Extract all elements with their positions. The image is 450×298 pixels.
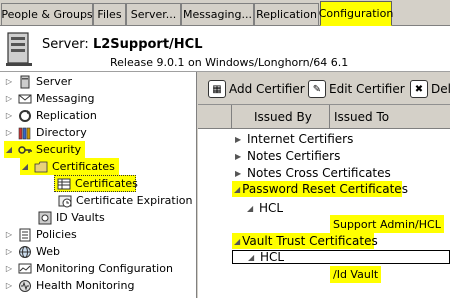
collapse-arrow-icon[interactable]: ◢	[234, 185, 240, 194]
tree-item-security[interactable]: ◢ Security	[4, 141, 86, 158]
column-header-spacer	[198, 105, 232, 129]
certificate-toolbar: ▦ Add Certifier ✎ Edit Certifier ✖ Del	[198, 72, 450, 105]
expand-arrow-icon[interactable]: ▷	[4, 247, 14, 256]
tree-item-replication[interactable]: ▷ Replication	[4, 107, 97, 124]
column-header-issued-to[interactable]: Issued To	[330, 105, 450, 129]
tab-server[interactable]: Server...	[126, 3, 181, 25]
certificate-view-icon	[57, 177, 71, 191]
expand-arrow-icon[interactable]: ▷	[4, 264, 14, 273]
list-item-notes-cross-certificates[interactable]: ▶ Notes Cross Certificates	[235, 165, 391, 181]
id-vault-icon	[38, 211, 52, 225]
web-icon	[18, 245, 32, 259]
list-item-password-reset-certificates[interactable]: ◢ Password Reset Certificates	[232, 181, 408, 197]
delete-certifier-button[interactable]: ✖ Del	[410, 78, 450, 100]
edit-certifier-button[interactable]: ✎ Edit Certifier	[308, 78, 405, 100]
collapse-arrow-icon[interactable]: ◢	[248, 253, 258, 262]
tab-bar: People & Groups Files Server... Messagin…	[0, 0, 450, 26]
tree-item-monitoring-configuration[interactable]: ▷ Monitoring Configuration	[4, 260, 173, 277]
certificate-folder-icon	[34, 160, 48, 174]
tab-people-groups[interactable]: People & Groups	[1, 3, 93, 25]
collapse-arrow-icon[interactable]: ◢	[20, 162, 30, 171]
server-small-icon	[18, 75, 32, 89]
list-item-vault-trust-certificates[interactable]: ◢ Vault Trust Certificates	[232, 233, 378, 249]
delete-icon: ✖	[410, 80, 428, 98]
messaging-icon	[18, 92, 32, 106]
issued-to-annotation-vault: /Id Vault	[330, 266, 382, 283]
list-item-hcl-password[interactable]: ◢ HCL	[247, 200, 283, 216]
list-item-hcl-vault[interactable]: ◢ HCL	[232, 250, 450, 264]
server-title: Server: L2Support/HCL	[42, 37, 203, 52]
expand-arrow-icon[interactable]: ▷	[4, 128, 14, 137]
tab-files[interactable]: Files	[93, 3, 126, 25]
expand-arrow-icon[interactable]: ▶	[235, 152, 245, 161]
expand-arrow-icon[interactable]: ▶	[235, 135, 245, 144]
collapse-arrow-icon[interactable]: ◢	[247, 204, 257, 213]
health-icon	[18, 279, 32, 293]
list-item-notes-certifiers[interactable]: ▶ Notes Certifiers	[235, 148, 340, 164]
certificate-expiration-icon	[58, 194, 72, 208]
server-header: Server: L2Support/HCL Release 9.0.1 on W…	[0, 26, 450, 72]
tree-item-policies[interactable]: ▷ Policies	[4, 226, 77, 243]
expand-arrow-icon[interactable]: ▷	[4, 111, 14, 120]
issued-to-annotation-password: Support Admin/HCL	[330, 215, 444, 233]
tree-item-certificates-view[interactable]: Certificates	[54, 175, 138, 192]
policies-icon	[18, 228, 32, 242]
certificate-list: ▶ Internet Certifiers ▶ Notes Certifiers…	[198, 129, 450, 298]
collapse-arrow-icon[interactable]: ◢	[234, 237, 240, 246]
tree-item-certificates-folder[interactable]: ◢ Certificates	[20, 158, 119, 175]
tab-replication[interactable]: Replication	[254, 3, 319, 25]
tree-item-directory[interactable]: ▷ Directory	[4, 124, 87, 141]
key-icon	[18, 143, 32, 157]
tree-item-web[interactable]: ▷ Web	[4, 243, 60, 260]
expand-arrow-icon[interactable]: ▶	[235, 169, 245, 178]
expand-arrow-icon[interactable]: ▷	[4, 94, 14, 103]
monitoring-icon	[18, 262, 32, 276]
navigation-tree: ▷ Server ▷ Messaging ▷ Replication ▷ Dir…	[0, 72, 197, 298]
tree-item-health-monitoring[interactable]: ▷ Health Monitoring	[4, 277, 135, 294]
edit-pencil-icon: ✎	[308, 80, 326, 98]
release-info: Release 9.0.1 on Windows/Longhorn/64 6.1	[110, 56, 349, 69]
tree-item-server[interactable]: ▷ Server	[4, 73, 72, 90]
tab-messaging[interactable]: Messaging...	[181, 3, 254, 25]
expand-arrow-icon[interactable]: ▷	[4, 77, 14, 86]
server-name: L2Support/HCL	[92, 37, 203, 52]
expand-arrow-icon[interactable]: ▷	[4, 230, 14, 239]
expand-arrow-icon[interactable]: ▷	[4, 281, 14, 290]
list-item-internet-certifiers[interactable]: ▶ Internet Certifiers	[235, 131, 353, 147]
add-certifier-button[interactable]: ▦ Add Certifier	[208, 78, 305, 100]
add-certificate-icon: ▦	[208, 80, 226, 98]
tree-item-certificate-expiration[interactable]: Certificate Expiration	[58, 192, 192, 209]
tree-item-id-vaults[interactable]: ID Vaults	[38, 209, 105, 226]
replication-icon	[18, 109, 32, 123]
tab-configuration[interactable]: Configuration	[319, 1, 393, 26]
tree-item-messaging[interactable]: ▷ Messaging	[4, 90, 95, 107]
directory-icon	[18, 126, 32, 140]
column-header-issued-by[interactable]: Issued By	[232, 105, 330, 129]
column-header-row: Issued By Issued To	[198, 105, 450, 129]
collapse-arrow-icon[interactable]: ◢	[4, 145, 14, 154]
server-icon	[6, 32, 32, 66]
